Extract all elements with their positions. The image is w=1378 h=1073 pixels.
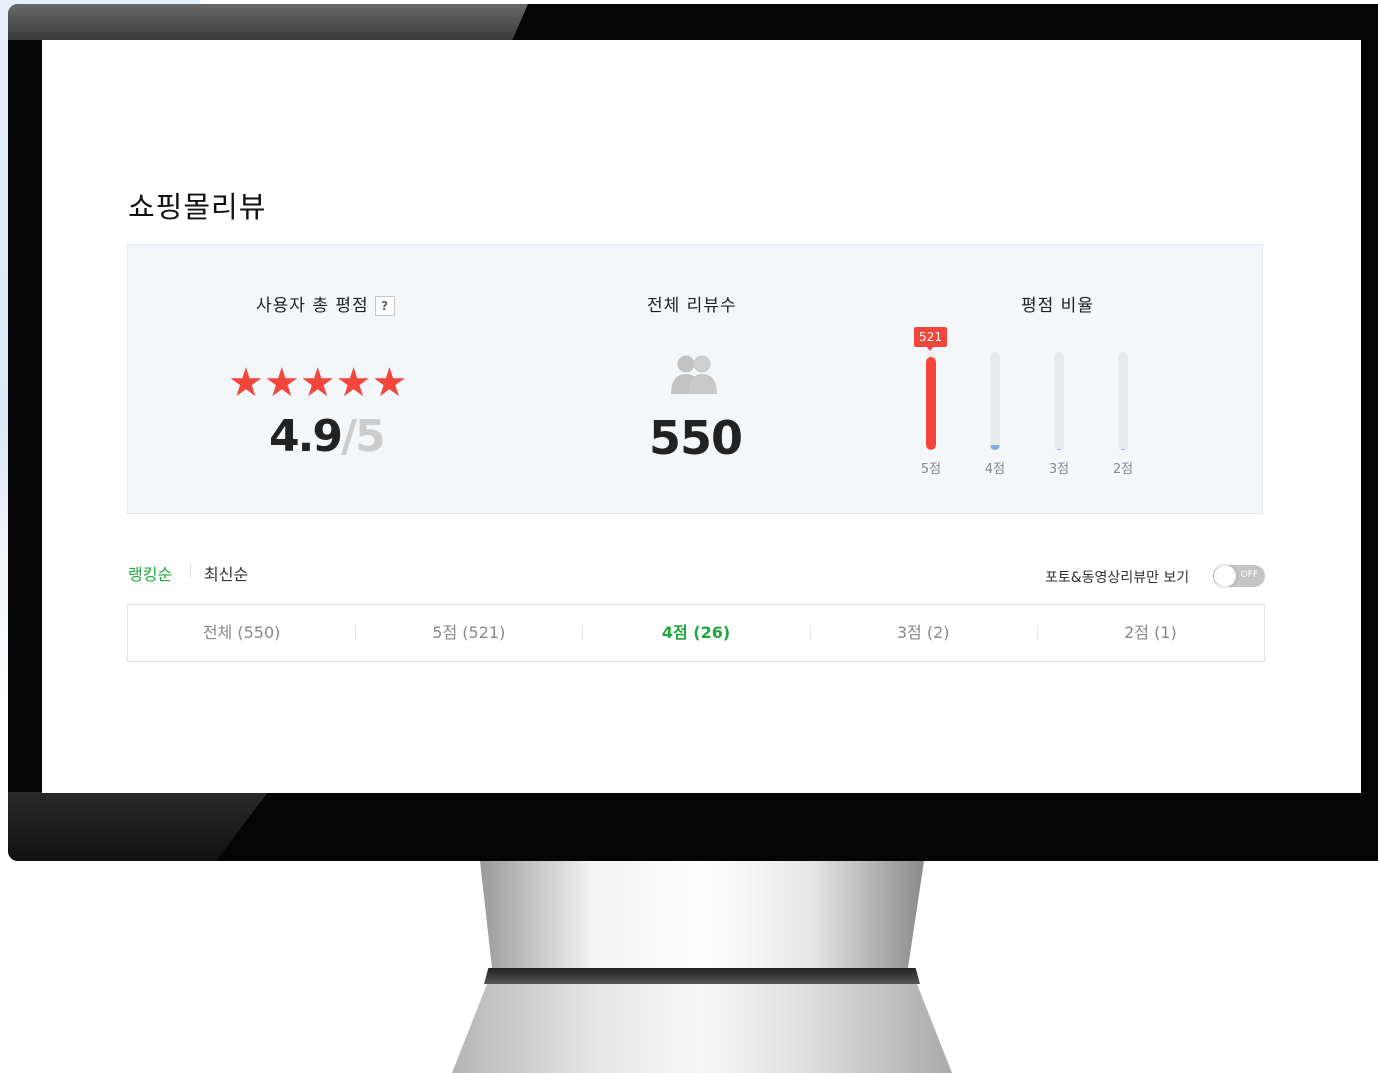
rating-bar-fill: [926, 357, 936, 450]
total-reviews-label: 전체 리뷰수: [647, 296, 737, 316]
rating-filter-tab[interactable]: 2점 (1): [1036, 605, 1264, 661]
help-icon[interactable]: ?: [374, 296, 395, 316]
rating-bar: [1054, 352, 1064, 450]
toggle-state-label: OFF: [1240, 570, 1258, 580]
page-title: 쇼핑몰리뷰: [128, 190, 267, 224]
rating-bar-fill: [1054, 449, 1064, 450]
rating-filter-tab[interactable]: 전체 (550): [128, 605, 355, 661]
rating-filter-tab[interactable]: 3점 (2): [809, 605, 1037, 661]
stand-shadow: [484, 968, 920, 984]
rating-bar-label: 3점: [1048, 462, 1070, 477]
rating-bar-label: 4점: [984, 462, 1006, 477]
monitor-frame: 쇼핑몰리뷰 사용자 총 평점? ★★★★★ 4.9/5 전체 리뷰수 550 평…: [8, 4, 1378, 861]
rating-bar-label: 2점: [1112, 462, 1134, 477]
star-rating: ★★★★★: [228, 360, 408, 406]
rating-bar-label: 5점: [920, 462, 942, 477]
rating-filter-tabs: 전체 (550) 5점 (521) 4점 (26) 3점 (2) 2점 (1): [127, 604, 1265, 662]
rating-bar-fill: [1118, 449, 1128, 450]
monitor-gloss: [8, 4, 528, 40]
monitor-bottom-gloss: [8, 792, 268, 861]
rating-bar: [926, 352, 936, 450]
rating-bar-fill: [990, 445, 1000, 450]
toggle-knob: [1214, 565, 1236, 587]
sort-divider: [190, 564, 191, 578]
photo-video-toggle[interactable]: OFF: [1213, 565, 1265, 587]
people-icon: [671, 355, 717, 394]
sort-ranking-button[interactable]: 랭킹순: [128, 561, 172, 585]
review-summary-panel: 사용자 총 평점? ★★★★★ 4.9/5 전체 리뷰수 550 평점 비율 5…: [127, 244, 1263, 514]
rating-filter-tab[interactable]: 4점 (26): [582, 605, 809, 661]
rating-label-wrap: 사용자 총 평점?: [256, 291, 395, 316]
highlight-count-badge: 521: [914, 327, 947, 351]
monitor-screen: 쇼핑몰리뷰 사용자 총 평점? ★★★★★ 4.9/5 전체 리뷰수 550 평…: [42, 40, 1361, 793]
rating-label: 사용자 총 평점: [256, 296, 369, 316]
average-rating: 4.9/5: [269, 411, 386, 462]
monitor-stand-base: [452, 984, 952, 1073]
rating-ratio-label: 평점 비율: [1021, 296, 1094, 316]
photo-video-filter-label: 포토&동영상리뷰만 보기: [1045, 570, 1190, 586]
rating-value: 4.9: [269, 411, 343, 462]
sort-latest-button[interactable]: 최신순: [204, 561, 248, 585]
rating-bar: [1118, 352, 1128, 450]
total-review-count: 550: [649, 411, 743, 465]
rating-filter-tab[interactable]: 5점 (521): [355, 605, 582, 661]
rating-max: /5: [340, 411, 386, 462]
rating-bar: [990, 352, 1000, 450]
